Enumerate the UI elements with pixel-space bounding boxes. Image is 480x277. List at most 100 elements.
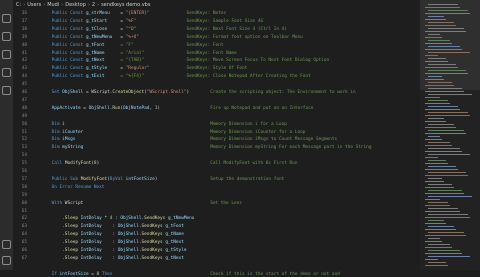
- code-line: .Sleep IntDelay : ObjShell.SendKeys g_tN…: [41, 240, 184, 246]
- minimap-line: [428, 28, 464, 29]
- line-number: 48: [21, 105, 27, 111]
- minimap-line: [428, 88, 462, 89]
- line-number: 45: [21, 82, 27, 88]
- minimap-line: [428, 40, 450, 41]
- minimap-line: [425, 229, 456, 230]
- minimap-line: [428, 16, 444, 17]
- minimap-line: [425, 7, 460, 8]
- minimap-line: [428, 64, 456, 65]
- line-number: 61: [21, 208, 27, 214]
- account-icon[interactable]: [2, 240, 11, 249]
- line-number: 67: [21, 255, 27, 261]
- minimap-line: [425, 187, 454, 188]
- code-editor[interactable]: Public Const g_strMenu = "{ENTER}" SendK…: [41, 10, 419, 277]
- line-number: 65: [21, 240, 27, 246]
- minimap-line: [428, 256, 470, 257]
- minimap-line: [428, 202, 448, 203]
- line-number: 53: [21, 145, 27, 151]
- minimap-line: [425, 223, 446, 224]
- code-line: Public Sub ModifyFont(ByVal intFontSize)…: [51, 176, 285, 182]
- minimap-line: [425, 43, 452, 44]
- minimap-line: [425, 205, 450, 206]
- line-number: 41: [21, 50, 27, 56]
- minimap-line: [428, 262, 446, 263]
- minimap-line: [425, 103, 450, 104]
- minimap-line: [425, 31, 466, 32]
- code-line: Public Const g_tNewMenu = "%+O" SendKeys…: [51, 34, 303, 40]
- minimap-line: [425, 73, 468, 74]
- minimap-line: [425, 25, 456, 26]
- line-number: 39: [21, 34, 27, 40]
- minimap-line: [428, 130, 464, 131]
- code-line: If intFontSize = 8 Then Check if this is…: [51, 271, 340, 277]
- minimap-line: [428, 124, 454, 125]
- breadcrumb[interactable]: C: › Users › Mudi › Desktop › 2 › sendkeys demo.vb…: [16, 0, 416, 10]
- code-line: With WScript Set the Lens: [51, 200, 242, 206]
- debug-icon[interactable]: [2, 68, 11, 77]
- minimap-line: [425, 169, 458, 170]
- line-number: 58: [21, 184, 27, 190]
- minimap-line: [428, 208, 458, 209]
- source-control-icon[interactable]: [2, 50, 11, 59]
- minimap-line: [428, 52, 470, 53]
- line-number: 55: [21, 161, 27, 167]
- minimap-line: [425, 55, 438, 56]
- line-number: 44: [21, 74, 27, 80]
- line-number: 63: [21, 224, 27, 230]
- line-number: 50: [21, 121, 27, 127]
- minimap[interactable]: [420, 0, 480, 270]
- line-number: 59: [21, 192, 27, 198]
- breadcrumb-item[interactable]: Users: [27, 2, 41, 8]
- line-number: 42: [21, 58, 27, 64]
- code-line: .Sleep IntDelay : ObjShell.SendKeys g_tS…: [41, 248, 187, 253]
- minimap-line: [428, 118, 444, 119]
- minimap-line: [425, 61, 448, 62]
- minimap-line: [425, 115, 470, 116]
- minimap-line: [428, 238, 440, 239]
- minimap-line: [425, 13, 470, 14]
- minimap-line: [425, 247, 452, 248]
- minimap-line: [428, 100, 448, 101]
- minimap-line: [428, 106, 458, 107]
- line-number: 38: [21, 26, 27, 32]
- minimap-line: [428, 244, 450, 245]
- minimap-line: [425, 163, 448, 164]
- code-line: Set ObjShell = WScript.CreateObject("WSc…: [51, 90, 356, 95]
- minimap-line: [428, 166, 456, 167]
- code-line: Public Const g_tNext = "{TAB}" SendKeys:…: [51, 58, 330, 64]
- minimap-line: [425, 253, 462, 254]
- line-number: 37: [21, 18, 27, 24]
- minimap-line: [425, 97, 440, 98]
- minimap-line: [425, 139, 442, 140]
- minimap-line: [425, 259, 438, 260]
- line-number: 51: [21, 129, 27, 135]
- line-number: 36: [21, 11, 27, 16]
- extensions-icon[interactable]: [2, 86, 11, 95]
- minimap-line: [428, 250, 460, 251]
- line-number: 66: [21, 248, 27, 253]
- settings-gear-icon[interactable]: [2, 256, 11, 265]
- minimap-line: [428, 232, 464, 233]
- minimap-line: [428, 136, 440, 137]
- line-number: 60: [21, 200, 27, 206]
- code-line: Dim iMsgs Memory Dimension iMsgs to Coun…: [51, 137, 338, 143]
- minimap-line: [428, 196, 472, 197]
- minimap-line: [428, 142, 450, 143]
- breadcrumb-item[interactable]: sendkeys demo.vbs: [101, 2, 150, 8]
- minimap-line: [425, 37, 442, 38]
- code-line: On Error Resume Next: [51, 184, 105, 190]
- minimap-line: [428, 22, 454, 23]
- minimap-line: [428, 4, 458, 5]
- line-number: 40: [21, 42, 27, 48]
- breadcrumb-item[interactable]: Desktop: [65, 2, 86, 8]
- line-number: 52: [21, 137, 27, 143]
- code-line: Public Const g_tStart = "%F" SendKeys: S…: [51, 18, 264, 24]
- breadcrumb-item[interactable]: Mudi: [47, 2, 59, 8]
- minimap-line: [428, 178, 442, 179]
- minimap-line: [425, 19, 446, 20]
- search-icon[interactable]: [2, 32, 11, 41]
- explorer-icon[interactable]: [2, 14, 11, 23]
- code-line: Call ModifyFont(8) Call ModifyFont with …: [51, 161, 298, 167]
- minimap-line: [428, 58, 446, 59]
- minimap-line: [428, 160, 446, 161]
